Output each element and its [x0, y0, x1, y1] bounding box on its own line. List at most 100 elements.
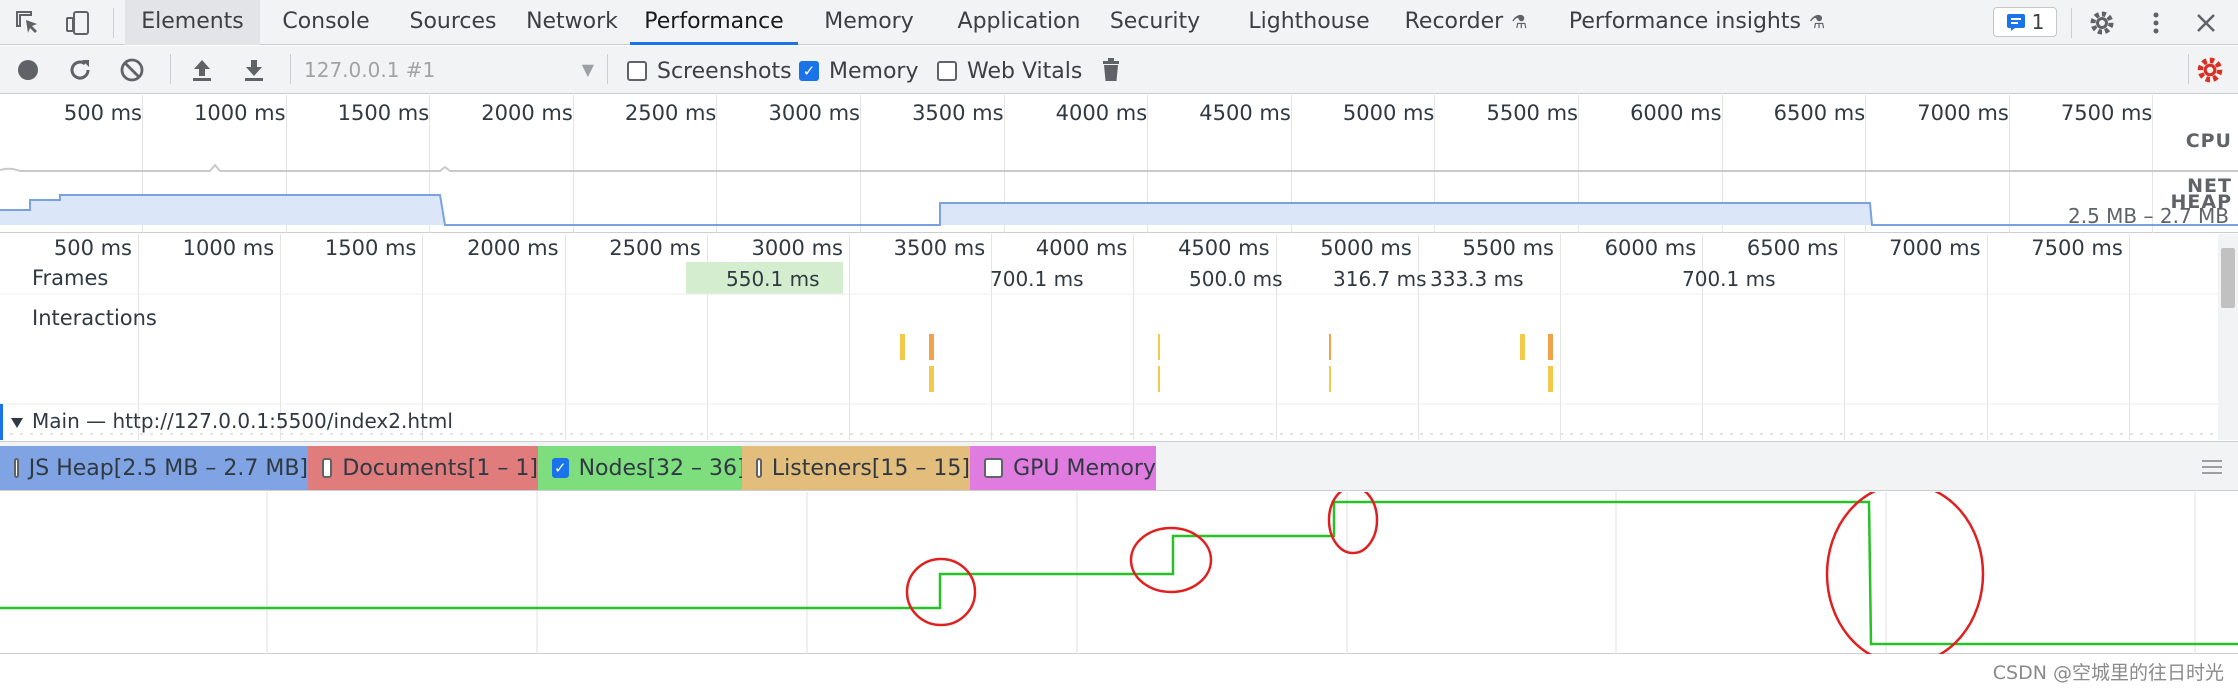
tab-lighthouse[interactable]: Lighthouse — [1239, 0, 1379, 45]
counter-listeners[interactable]: Listeners[15 – 15] — [742, 446, 970, 490]
main-thread-track[interactable]: Main — http://127.0.0.1:5500/index2.html — [0, 404, 2220, 440]
counter-label: GPU Memory — [1013, 455, 1156, 481]
tab-separator — [2071, 8, 2072, 38]
record-button[interactable] — [12, 54, 44, 86]
main-thread-label: Main — http://127.0.0.1:5500/index2.html — [32, 409, 453, 433]
device-toolbar-icon[interactable] — [62, 7, 94, 39]
upload-icon — [193, 60, 211, 81]
drag-handle-icon[interactable] — [2202, 460, 2222, 474]
memory-checkbox[interactable]: ✓ Memory — [799, 57, 918, 85]
screenshots-checkbox-box[interactable] — [627, 61, 647, 81]
heap-range-label: 2.5 MB – 2.7 MB — [2068, 204, 2229, 228]
tab-application[interactable]: Application — [944, 0, 1094, 45]
counter-checkbox[interactable] — [756, 458, 762, 478]
nodes-counter-graph — [0, 492, 2238, 654]
tab-network[interactable]: Network — [522, 0, 622, 45]
more-options-icon[interactable] — [2140, 7, 2172, 39]
interaction-marker — [1548, 366, 1553, 392]
thread-accent — [0, 404, 3, 440]
counter-nodes[interactable]: ✓ Nodes[32 – 36] — [538, 446, 746, 490]
record-icon — [18, 60, 38, 80]
trash-icon — [1103, 58, 1119, 81]
tab-label: Security — [1109, 9, 1201, 34]
toolbar-separator — [607, 54, 608, 84]
settings-gear-icon — [2197, 57, 2223, 83]
inspect-element-icon[interactable] — [12, 7, 44, 39]
watermark: CSDN @空城里的往日时光 — [1992, 662, 2224, 684]
annotation-circle — [1129, 526, 1213, 594]
tab-label: Sources — [409, 9, 497, 34]
download-icon — [245, 60, 263, 81]
reload-icon — [70, 60, 90, 80]
target-select[interactable]: 127.0.0.1 #1 ▼ — [304, 54, 594, 86]
counter-js-heap[interactable]: JS Heap[2.5 MB – 2.7 MB] — [0, 446, 308, 490]
save-profile-button[interactable] — [238, 54, 270, 86]
experiment-flask-icon: ⚗ — [1511, 12, 1528, 33]
web-vitals-label: Web Vitals — [967, 58, 1083, 84]
scrollbar-thumb[interactable] — [2221, 248, 2235, 308]
issues-counter-button[interactable]: 1 — [1993, 7, 2057, 37]
tab-security[interactable]: Security — [1100, 0, 1210, 45]
annotation-circle — [1825, 492, 1985, 654]
target-select-value: 127.0.0.1 #1 — [304, 58, 436, 82]
interaction-marker — [900, 334, 905, 360]
settings-gear-icon[interactable] — [2086, 7, 2118, 39]
timeline-overview[interactable]: 500 ms 1000 ms 1500 ms 2000 ms 2500 ms 3000 m… — [0, 95, 2238, 233]
interaction-marker — [929, 366, 934, 392]
screenshots-checkbox[interactable]: Screenshots — [627, 57, 792, 85]
heap-area — [0, 195, 2238, 225]
memory-counters-legend: JS Heap[2.5 MB – 2.7 MB] Documents[1 – 1]… — [0, 441, 2238, 491]
tab-performance[interactable]: Performance — [630, 0, 798, 45]
clear-button[interactable] — [116, 54, 148, 86]
cpu-activity-line — [0, 163, 2238, 172]
counter-checkbox[interactable] — [984, 458, 1004, 478]
chevron-down-icon: ▼ — [581, 60, 594, 79]
interaction-marker — [1548, 334, 1553, 360]
tab-label: Performance insights — [1568, 9, 1801, 34]
counter-gpu-memory[interactable]: GPU Memory — [970, 446, 1156, 490]
tab-label: Performance — [644, 9, 784, 34]
tab-memory[interactable]: Memory — [819, 0, 919, 45]
interaction-marker — [1520, 334, 1525, 360]
experiment-flask-icon: ⚗ — [1808, 12, 1826, 33]
tab-recorder[interactable]: Recorder ⚗ — [1391, 0, 1541, 45]
tab-label: Elements — [141, 9, 244, 34]
tab-performance-insights[interactable]: Performance insights ⚗ — [1567, 0, 1827, 45]
reload-record-button[interactable] — [64, 54, 96, 86]
counter-label: Nodes[32 – 36] — [578, 455, 746, 481]
counter-checkbox[interactable]: ✓ — [552, 458, 569, 478]
tab-label: Console — [282, 9, 370, 34]
cpu-label: CPU — [2185, 130, 2232, 152]
tab-label: Recorder — [1404, 9, 1504, 34]
flame-scrollbar[interactable] — [2218, 234, 2238, 440]
tab-separator — [113, 8, 114, 38]
counter-checkbox[interactable] — [14, 458, 19, 478]
overview-graph — [0, 163, 2238, 226]
counter-checkbox[interactable] — [322, 458, 333, 478]
performance-toolbar: 127.0.0.1 #1 ▼ Screenshots ✓ Memory Web … — [0, 46, 2238, 94]
tab-console[interactable]: Console — [276, 0, 376, 45]
collect-garbage-button[interactable] — [1095, 54, 1127, 86]
counter-documents[interactable]: Documents[1 – 1] — [308, 446, 538, 490]
tab-label: Network — [526, 9, 618, 34]
memory-checkbox-box[interactable]: ✓ — [799, 61, 819, 81]
capture-settings-button[interactable] — [2194, 54, 2226, 86]
issues-count: 1 — [2031, 10, 2045, 34]
tab-sources[interactable]: Sources — [403, 0, 503, 45]
counter-label: Documents[1 – 1] — [342, 455, 538, 481]
web-vitals-checkbox-box[interactable] — [937, 61, 957, 81]
interaction-marker — [1158, 334, 1160, 360]
clear-icon — [120, 58, 144, 82]
tab-label: Application — [957, 9, 1081, 34]
web-vitals-checkbox[interactable]: Web Vitals — [937, 57, 1082, 85]
expand-triangle-icon[interactable] — [10, 416, 24, 430]
counter-graph[interactable] — [0, 492, 2238, 654]
interaction-marker — [1329, 366, 1331, 392]
interaction-marker — [1329, 334, 1331, 360]
message-icon — [2006, 14, 2025, 31]
toolbar-separator — [2188, 54, 2189, 84]
close-devtools-icon[interactable] — [2190, 7, 2222, 39]
tab-elements[interactable]: Elements — [125, 0, 260, 45]
load-profile-button[interactable] — [186, 54, 218, 86]
tab-label: Memory — [824, 9, 914, 34]
